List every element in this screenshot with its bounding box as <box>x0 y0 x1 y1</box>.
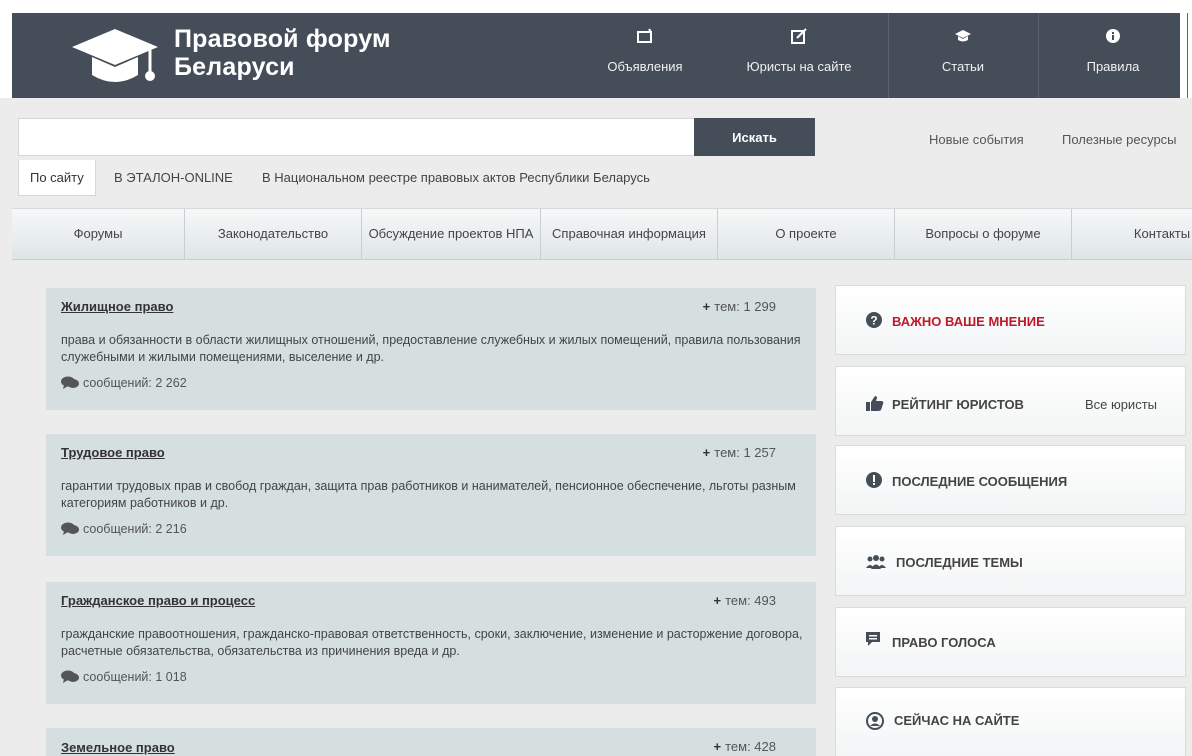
graduation-cap-icon <box>955 30 971 42</box>
forum-messages: сообщений: 2 216 <box>61 522 187 536</box>
sidebar-latest-topics[interactable]: ПОСЛЕДНИЕ ТЕМЫ <box>835 526 1186 596</box>
edit-icon <box>791 28 807 44</box>
forum-title-link[interactable]: Земельное право <box>61 740 175 755</box>
forum-topics-label: тем: 428 <box>725 739 776 754</box>
sidebar-latest-topics-label: ПОСЛЕДНИЕ ТЕМЫ <box>896 555 1023 570</box>
sidebar-latest-messages-label: ПОСЛЕДНИЕ СООБЩЕНИЯ <box>892 474 1068 489</box>
sidebar-your-opinion-label: ВАЖНО ВАШЕ МНЕНИЕ <box>892 314 1045 329</box>
comment-icon <box>866 632 880 646</box>
forum-title-link[interactable]: Трудовое право <box>61 445 165 460</box>
main-nav-forums[interactable]: Форумы <box>12 209 184 259</box>
nav-divider <box>1187 13 1188 98</box>
nav-lawyers-online-label: Юристы на сайте <box>746 59 852 74</box>
all-lawyers-link[interactable]: Все юристы <box>1085 397 1157 412</box>
forum-description: гражданские правоотношения, гражданско-п… <box>61 627 803 658</box>
forum-description: права и обязанности в области жилищных о… <box>61 333 801 364</box>
users-icon <box>866 555 886 569</box>
nav-rules[interactable]: Правила <box>1038 13 1188 98</box>
sidebar-online-now[interactable]: СЕЙЧАС НА САЙТЕ <box>835 687 1186 756</box>
forum-messages-label: сообщений: 2 216 <box>83 522 187 536</box>
comments-icon <box>61 670 79 683</box>
forum-item: Гражданское право и процесс + тем: 493 гр… <box>46 582 816 704</box>
main-nav-faq[interactable]: Вопросы о форуме <box>895 209 1071 259</box>
search-button[interactable]: Искать <box>694 118 815 156</box>
question-icon: ? <box>866 312 882 328</box>
nav-announcements-label: Объявления <box>607 59 683 74</box>
exclamation-icon <box>866 472 882 488</box>
forum-topics-count: + тем: 428 <box>714 739 776 754</box>
graduation-cap-logo-icon[interactable] <box>70 23 160 87</box>
nav-announcements[interactable]: Объявления <box>570 13 720 98</box>
main-nav: Форумы Законодательство Обсуждение проек… <box>12 208 1192 260</box>
forum-title-link[interactable]: Гражданское право и процесс <box>61 593 255 608</box>
forum-messages: сообщений: 2 262 <box>61 376 187 390</box>
site-title-line1: Правовой форум <box>174 25 391 53</box>
forum-item: Жилищное право + тем: 1 299 права и обяза… <box>46 288 816 410</box>
plus-icon: + <box>713 739 722 754</box>
forum-title-link[interactable]: Жилищное право <box>61 299 173 314</box>
nav-articles[interactable]: Статьи <box>888 13 1038 98</box>
nav-divider <box>1038 13 1039 98</box>
header-bar: Правовой форум Беларуси Объявления Юрист… <box>12 13 1188 98</box>
tv-icon <box>637 28 652 43</box>
forum-topics-label: тем: 1 299 <box>714 299 776 314</box>
svg-text:?: ? <box>870 314 877 328</box>
new-events-link[interactable]: Новые события <box>929 132 1024 147</box>
nav-articles-label: Статьи <box>941 59 985 74</box>
plus-icon: + <box>713 593 722 608</box>
main-nav-reference-info[interactable]: Справочная информация <box>541 209 717 259</box>
sidebar-right-to-vote-label: ПРАВО ГОЛОСА <box>892 635 996 650</box>
nav-lawyers-online[interactable]: Юристы на сайте <box>724 13 874 98</box>
useful-resources-link[interactable]: Полезные ресурсы <box>1062 132 1177 147</box>
sidebar-online-now-label: СЕЙЧАС НА САЙТЕ <box>894 713 1020 728</box>
plus-icon: + <box>702 299 711 314</box>
forum-topics-label: тем: 493 <box>725 593 776 608</box>
site-header: Правовой форум Беларуси Объявления Юрист… <box>0 0 1192 98</box>
user-circle-icon <box>866 712 884 730</box>
forum-description: гарантии трудовых прав и свобод граждан,… <box>61 479 796 510</box>
forum-topics-label: тем: 1 257 <box>714 445 776 460</box>
forum-messages-label: сообщений: 1 018 <box>83 670 187 684</box>
nav-divider <box>888 13 889 98</box>
site-title[interactable]: Правовой форум Беларуси <box>174 25 391 81</box>
forum-topics-count: + тем: 493 <box>714 593 776 608</box>
sidebar-lawyer-rating-label: РЕЙТИНГ ЮРИСТОВ <box>892 397 1024 412</box>
sidebar-latest-messages[interactable]: ПОСЛЕДНИЕ СООБЩЕНИЯ <box>835 445 1186 515</box>
comments-icon <box>61 522 79 535</box>
scope-tab-site[interactable]: По сайту <box>18 160 96 196</box>
comments-icon <box>61 376 79 389</box>
forum-topics-count: + тем: 1 257 <box>703 445 776 460</box>
site-title-line2: Беларуси <box>174 53 295 81</box>
plus-icon: + <box>702 445 711 460</box>
scope-tab-national-registry[interactable]: В Национальном реестре правовых актов Ре… <box>262 160 650 196</box>
main-nav-contacts[interactable]: Контакты <box>1072 209 1192 259</box>
main-nav-legislation[interactable]: Законодательство <box>185 209 361 259</box>
main-nav-draft-discussion[interactable]: Обсуждение проектов НПА <box>362 209 540 259</box>
main-nav-about[interactable]: О проекте <box>718 209 894 259</box>
nav-rules-label: Правила <box>1086 59 1140 74</box>
search-input[interactable] <box>18 118 694 156</box>
sidebar-your-opinion[interactable]: ? ВАЖНО ВАШЕ МНЕНИЕ <box>835 285 1186 355</box>
scope-tab-etalon[interactable]: В ЭТАЛОН-ONLINE <box>114 160 233 196</box>
forum-messages-label: сообщений: 2 262 <box>83 376 187 390</box>
sidebar-right-to-vote[interactable]: ПРАВО ГОЛОСА <box>835 607 1186 677</box>
sidebar-lawyer-rating[interactable]: РЕЙТИНГ ЮРИСТОВ Все юристы <box>835 366 1186 436</box>
forum-item: Трудовое право + тем: 1 257 гарантии труд… <box>46 434 816 556</box>
forum-topics-count: + тем: 1 299 <box>703 299 776 314</box>
info-icon <box>1106 29 1120 43</box>
thumbs-up-icon <box>866 396 884 411</box>
forum-item: Земельное право + тем: 428 <box>46 728 816 756</box>
forum-messages: сообщений: 1 018 <box>61 670 187 684</box>
